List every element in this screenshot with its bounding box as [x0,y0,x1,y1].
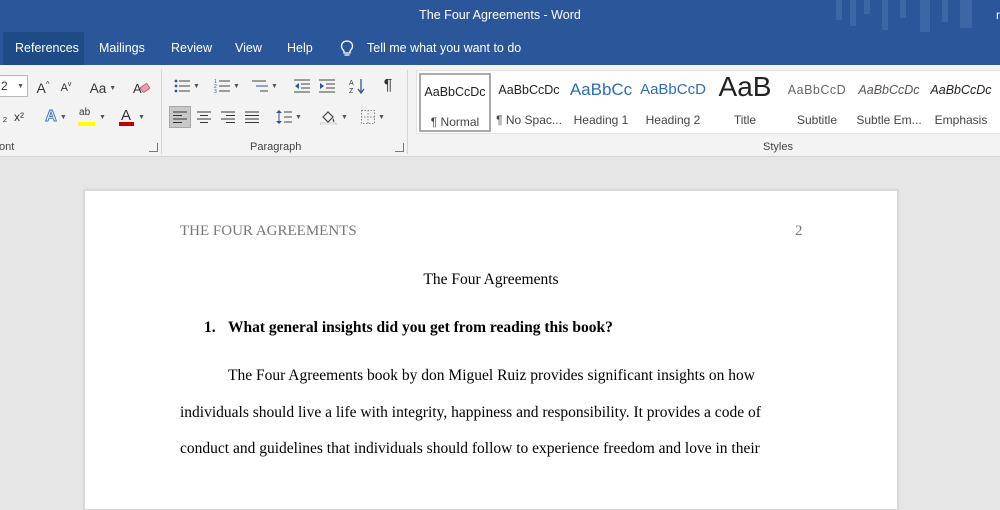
font-group-label: ont [0,141,15,153]
body-line: The Four Agreements book by don Miguel R… [228,367,755,384]
font-color-icon: A [119,107,135,127]
font-color-button[interactable]: A ▼ [116,106,148,128]
align-right-button[interactable] [217,106,239,128]
style-subtitle[interactable]: AaBbCcD Subtitle [781,73,853,132]
question-heading: What general insights did you get from r… [228,319,613,336]
running-head: THE FOUR AGREEMENTS [180,223,357,239]
superscript-button[interactable]: x² [9,106,29,128]
group-separator [407,70,408,154]
paint-bucket-icon [320,111,337,125]
ribbon: 2 ▼ A^ Av Aa▼ A ₂ x² A▼ ab ▼ A ▼ ont [0,65,1000,157]
shading-button[interactable]: ▼ [317,106,351,128]
decrease-indent-button[interactable] [291,75,313,97]
chevron-down-icon: ▼ [17,83,24,90]
body-line: conduct and guidelines that individuals … [180,440,760,457]
style-label: Heading 1 [573,113,629,127]
numbering-button[interactable]: 123 ▼ [210,75,244,97]
svg-text:A: A [349,80,354,87]
align-left-icon [173,111,187,123]
title-bar: The Four Agreements - Word r [0,0,1000,32]
style-label: Subtle Em... [856,113,922,127]
text-effects-button[interactable]: A ▼ [40,106,72,128]
grow-font-button[interactable]: A ^ [35,77,51,99]
styles-group-label: Styles [763,141,793,153]
paragraph-group-label: Paragraph [250,141,302,153]
change-case-button[interactable]: Aa ▼ [86,77,120,99]
text-effects-icon: A [45,108,58,126]
subscript-icon: ₂ [2,110,8,124]
page-number: 2 [795,223,803,239]
style-title[interactable]: AaB Title [709,73,781,132]
tab-review[interactable]: Review [159,32,224,65]
justify-button[interactable] [241,106,263,128]
document-title: The Four Agreements [423,271,559,288]
bullets-button[interactable]: ▼ [170,75,204,97]
style-emphasis[interactable]: AaBbCcDc Emphasis [925,73,997,132]
line-spacing-icon [276,110,293,124]
style-label: Emphasis [934,113,988,127]
ribbon-tabs: References Mailings Review View Help Tel… [0,32,1000,65]
multilevel-list-button[interactable]: ▼ [248,75,282,97]
style-heading-1[interactable]: AaBbCc Heading 1 [565,73,637,132]
list-number: 1. [204,319,216,336]
center-button[interactable] [193,106,215,128]
numbered-list-icon: 123 [214,79,231,93]
align-center-icon [197,111,211,123]
paragraph-dialog-launcher[interactable] [395,143,404,152]
tab-references[interactable]: References [3,32,84,65]
tab-view[interactable]: View [223,32,274,65]
justify-icon [245,111,259,123]
font-size-value: 2 [1,79,8,93]
tell-me-label: Tell me what you want to do [367,41,522,55]
align-left-button[interactable] [169,106,191,128]
style-no-spacing[interactable]: AaBbCcDc ¶ No Spac... [493,73,565,132]
change-case-icon: Aa [89,80,107,96]
sort-icon: AZ [349,79,365,94]
lightbulb-icon [340,40,354,56]
style-label: Heading 2 [645,113,701,127]
increase-indent-button[interactable] [316,75,338,97]
tab-mailings[interactable]: Mailings [87,32,157,65]
clear-formatting-button[interactable]: A [131,77,153,99]
document-page[interactable]: THE FOUR AGREEMENTS 2 The Four Agreement… [84,190,898,510]
show-formatting-marks-button[interactable]: ¶ [378,75,398,97]
font-size-box[interactable]: 2 ▼ [0,75,28,97]
highlight-button[interactable]: ab ▼ [78,106,106,128]
superscript-icon: x² [14,110,24,124]
tell-me-search[interactable]: Tell me what you want to do [338,32,521,65]
font-dialog-launcher[interactable] [149,143,158,152]
increase-indent-icon [319,79,335,93]
align-right-icon [221,111,235,123]
shrink-font-button[interactable]: Av [58,77,74,99]
style-label: ¶ No Spac... [496,113,562,127]
user-initial: r [996,8,1000,22]
style-subtle-emphasis[interactable]: AaBbCcDc Subtle Em... [853,73,925,132]
styles-gallery: AaBbCcDc ¶ Normal AaBbCcDc ¶ No Spac... … [416,70,1000,134]
style-label: Subtitle [796,113,838,127]
borders-button[interactable]: ▼ [356,106,390,128]
title-bar-pattern [830,0,1000,32]
tab-help[interactable]: Help [275,32,325,65]
eraser-icon: A [133,81,151,96]
pilcrow-icon: ¶ [383,77,393,94]
svg-text:3: 3 [214,89,217,93]
borders-icon [361,110,376,124]
group-separator [161,70,162,154]
body-line: individuals should live a life with inte… [180,404,761,421]
line-spacing-button[interactable]: ▼ [272,106,306,128]
style-normal[interactable]: AaBbCcDc ¶ Normal [419,73,491,132]
shrink-font-icon: A [60,82,68,94]
bullet-list-icon [174,79,191,93]
sort-button[interactable]: AZ [346,75,368,97]
highlighter-icon: ab [78,107,96,127]
grow-font-icon: A [36,80,46,96]
decrease-indent-icon [294,79,310,93]
svg-text:Z: Z [349,88,354,94]
style-label: ¶ Normal [430,115,480,129]
style-label: Title [733,113,757,127]
document-canvas: THE FOUR AGREEMENTS 2 The Four Agreement… [0,157,1000,510]
style-heading-2[interactable]: AaBbCcD Heading 2 [637,73,709,132]
multilevel-list-icon [252,80,269,92]
